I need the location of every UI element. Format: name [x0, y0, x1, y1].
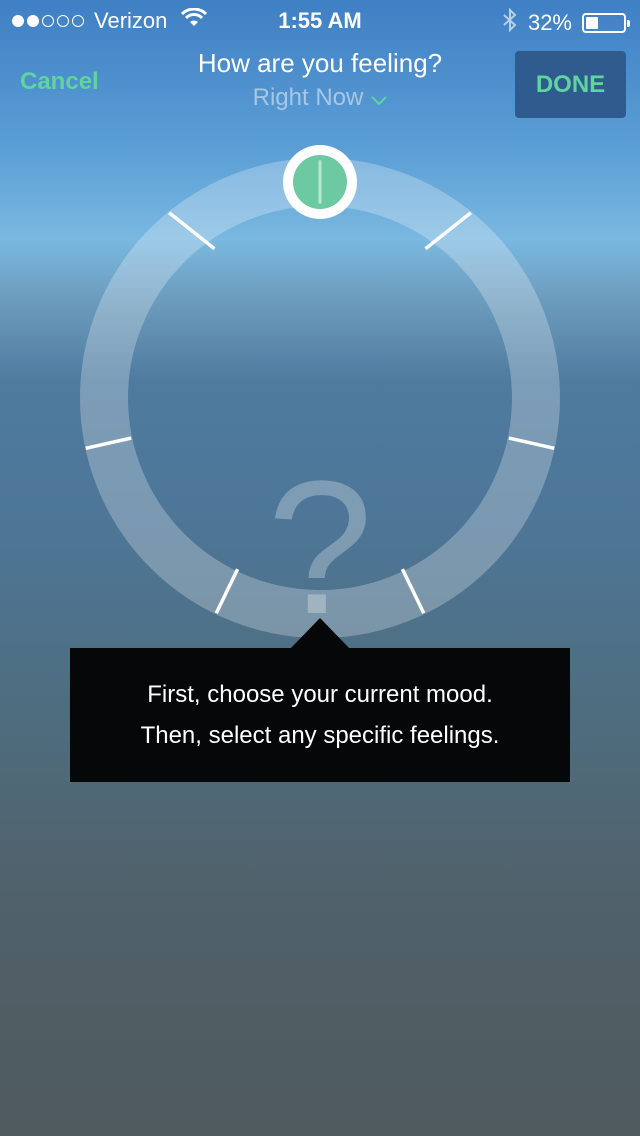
- status-bar: Verizon 1:55 AM 32%: [0, 0, 640, 40]
- bluetooth-icon: [502, 7, 518, 38]
- nav-bar: Cancel How are you feeling? Right Now DO…: [0, 40, 640, 130]
- battery-tip: [627, 20, 630, 27]
- battery-fill: [586, 17, 598, 29]
- tooltip-line-2: Then, select any specific feelings.: [140, 722, 500, 749]
- time-frame-label: Right Now: [252, 84, 364, 111]
- chevron-down-icon: [371, 85, 388, 113]
- mood-selector-handle[interactable]: [280, 142, 360, 222]
- battery-icon: [582, 13, 630, 33]
- tooltip-arrow: [289, 618, 351, 650]
- done-button[interactable]: DONE: [515, 51, 626, 118]
- battery-percent: 32%: [527, 10, 572, 35]
- status-right: 32%: [502, 7, 630, 38]
- tooltip-line-1: First, choose your current mood.: [147, 681, 493, 708]
- mood-wheel[interactable]: ?: [80, 145, 560, 648]
- instruction-tooltip: First, choose your current mood. Then, s…: [70, 648, 570, 782]
